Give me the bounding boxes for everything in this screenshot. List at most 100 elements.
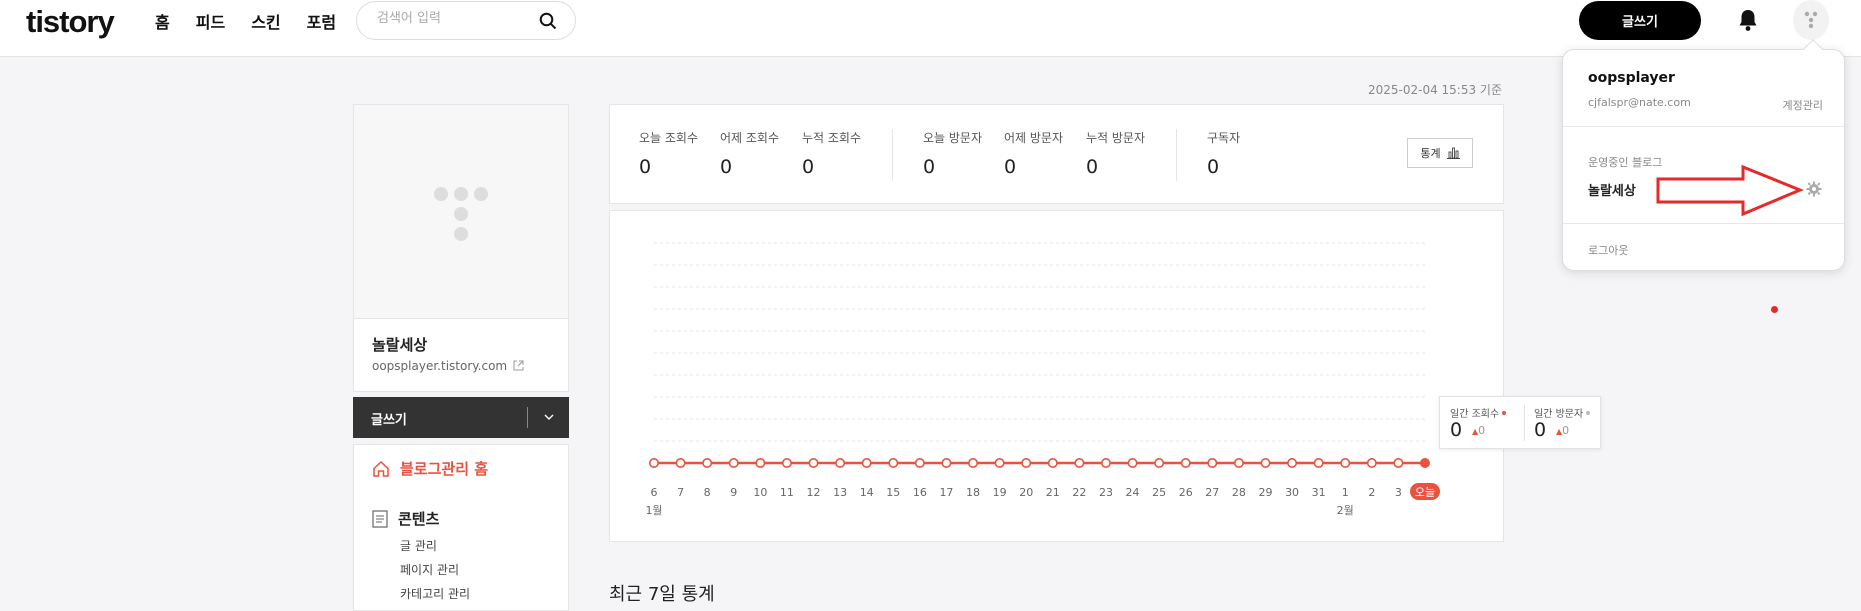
menu-subitem-posts[interactable]: 글 관리 <box>400 537 437 554</box>
data-point[interactable] <box>702 458 713 469</box>
tooltip-views: 일간 조회수 0 ▲0 <box>1440 397 1520 448</box>
data-point[interactable] <box>1393 458 1404 469</box>
divider <box>1176 129 1177 181</box>
bar-chart-icon <box>1446 147 1460 159</box>
stats-summary: 오늘 조회수 0 어제 조회수 0 누적 조회수 0 오늘 방문자 0 어제 방문자 0 … <box>609 104 1504 204</box>
data-point[interactable] <box>648 458 659 469</box>
account-settings-link[interactable]: 계정관리 <box>1783 97 1823 113</box>
stat-label: 오늘 방문자 <box>923 131 983 145</box>
blog-name[interactable]: 놀랄세상 <box>372 334 427 355</box>
annotation-arrow <box>1656 164 1804 217</box>
external-link-icon <box>513 360 524 371</box>
stat-yesterday-views: 어제 조회수 0 <box>720 129 779 178</box>
stat-label: 구독자 <box>1207 131 1241 145</box>
bell-icon[interactable] <box>1737 8 1759 32</box>
data-point[interactable] <box>861 458 872 469</box>
data-point[interactable] <box>888 458 899 469</box>
stats-button[interactable]: 통계 <box>1407 138 1473 168</box>
data-point[interactable] <box>1047 458 1058 469</box>
stat-label: 어제 방문자 <box>1004 131 1064 145</box>
x-tick-label: 20 <box>1019 486 1033 499</box>
divider <box>892 129 893 181</box>
tooltip-visitors-value: 0 <box>1534 419 1547 441</box>
data-point[interactable] <box>808 458 819 469</box>
nav-skin[interactable]: 스킨 <box>251 9 280 33</box>
menu-item-contents[interactable]: 콘텐츠 <box>372 508 439 529</box>
account-dropdown: oopsplayer cjfalspr@nate.com 계정관리 운영중인 블… <box>1562 39 1845 271</box>
stat-value: 0 <box>720 156 733 178</box>
search-box[interactable] <box>356 1 576 40</box>
nav-home[interactable]: 홈 <box>155 9 170 33</box>
divider <box>1563 223 1844 224</box>
data-point[interactable] <box>728 458 739 469</box>
x-tick-label: 12 <box>807 486 821 499</box>
logout-link[interactable]: 로그아웃 <box>1588 242 1628 258</box>
menu-subitem-categories[interactable]: 카테고리 관리 <box>400 585 470 602</box>
data-point[interactable] <box>835 458 846 469</box>
data-point[interactable] <box>941 458 952 469</box>
change-value: 0 <box>1562 424 1570 437</box>
nav-feed[interactable]: 피드 <box>196 9 225 33</box>
stat-today-visitors: 오늘 방문자 0 <box>923 129 982 178</box>
x-tick-label: 8 <box>704 486 711 499</box>
data-point[interactable] <box>914 458 925 469</box>
data-point[interactable] <box>1419 458 1430 469</box>
chevron-down-icon[interactable] <box>543 411 555 423</box>
x-tick-label: 11 <box>780 486 794 499</box>
stat-value: 0 <box>639 156 652 178</box>
data-point[interactable] <box>968 458 979 469</box>
stat-label: 누적 조회수 <box>802 131 862 145</box>
app-menu-button[interactable] <box>1793 0 1829 40</box>
data-point[interactable] <box>1340 458 1351 469</box>
gear-icon[interactable] <box>1806 181 1822 197</box>
data-point[interactable] <box>1074 458 1085 469</box>
data-point[interactable] <box>1100 458 1111 469</box>
data-point[interactable] <box>1021 458 1032 469</box>
tistory-logo[interactable]: tistory <box>26 4 115 40</box>
data-point[interactable] <box>675 458 686 469</box>
data-point[interactable] <box>1180 458 1191 469</box>
data-point[interactable] <box>1260 458 1271 469</box>
tooltip-views-change: ▲0 <box>1472 424 1485 437</box>
search-icon[interactable] <box>539 12 557 30</box>
blog-url-link[interactable]: oopsplayer.tistory.com <box>372 359 524 373</box>
data-point[interactable] <box>1313 458 1324 469</box>
change-value: 0 <box>1478 424 1486 437</box>
nav-forum[interactable]: 포럼 <box>307 9 336 33</box>
menu-subitem-pages[interactable]: 페이지 관리 <box>400 561 459 578</box>
stat-value: 0 <box>1004 156 1017 178</box>
x-tick-label: 24 <box>1126 486 1140 499</box>
data-point[interactable] <box>1233 458 1244 469</box>
month-label: 1월 <box>645 504 662 517</box>
write-post-button[interactable]: 글쓰기 <box>1579 1 1701 40</box>
data-point[interactable] <box>1127 458 1138 469</box>
data-point[interactable] <box>1366 458 1377 469</box>
tooltip-visitors-change: ▲0 <box>1556 424 1569 437</box>
menu-item-label: 콘텐츠 <box>398 510 440 528</box>
x-tick-label: 15 <box>886 486 900 499</box>
x-tick-label: 19 <box>993 486 1007 499</box>
legend-dot-views <box>1502 411 1507 415</box>
account-email: cjfalspr@nate.com <box>1588 96 1691 109</box>
home-icon <box>373 460 389 477</box>
x-tick-label: 27 <box>1205 486 1219 499</box>
search-input[interactable] <box>377 11 537 26</box>
placeholder-dot <box>454 207 468 221</box>
data-point[interactable] <box>1207 458 1218 469</box>
stats-timestamp: 2025-02-04 15:53 기준 <box>1367 83 1502 97</box>
data-point[interactable] <box>1154 458 1165 469</box>
data-point[interactable] <box>1287 458 1298 469</box>
managed-blog-item[interactable]: 놀랄세상 <box>1588 180 1636 199</box>
divider <box>1563 126 1844 127</box>
x-tick-label: 18 <box>966 486 980 499</box>
data-point[interactable] <box>994 458 1005 469</box>
menu-item-admin-home[interactable]: 블로그관리 홈 <box>372 458 488 479</box>
write-dropdown-button[interactable]: 글쓰기 <box>353 397 569 438</box>
blog-thumbnail <box>354 105 568 319</box>
x-tick-label: 6 <box>651 486 658 499</box>
data-point[interactable] <box>781 458 792 469</box>
x-tick-label: 28 <box>1232 486 1246 499</box>
placeholder-dot <box>474 187 488 201</box>
x-tick-label: 26 <box>1179 486 1193 499</box>
data-point[interactable] <box>755 458 766 469</box>
